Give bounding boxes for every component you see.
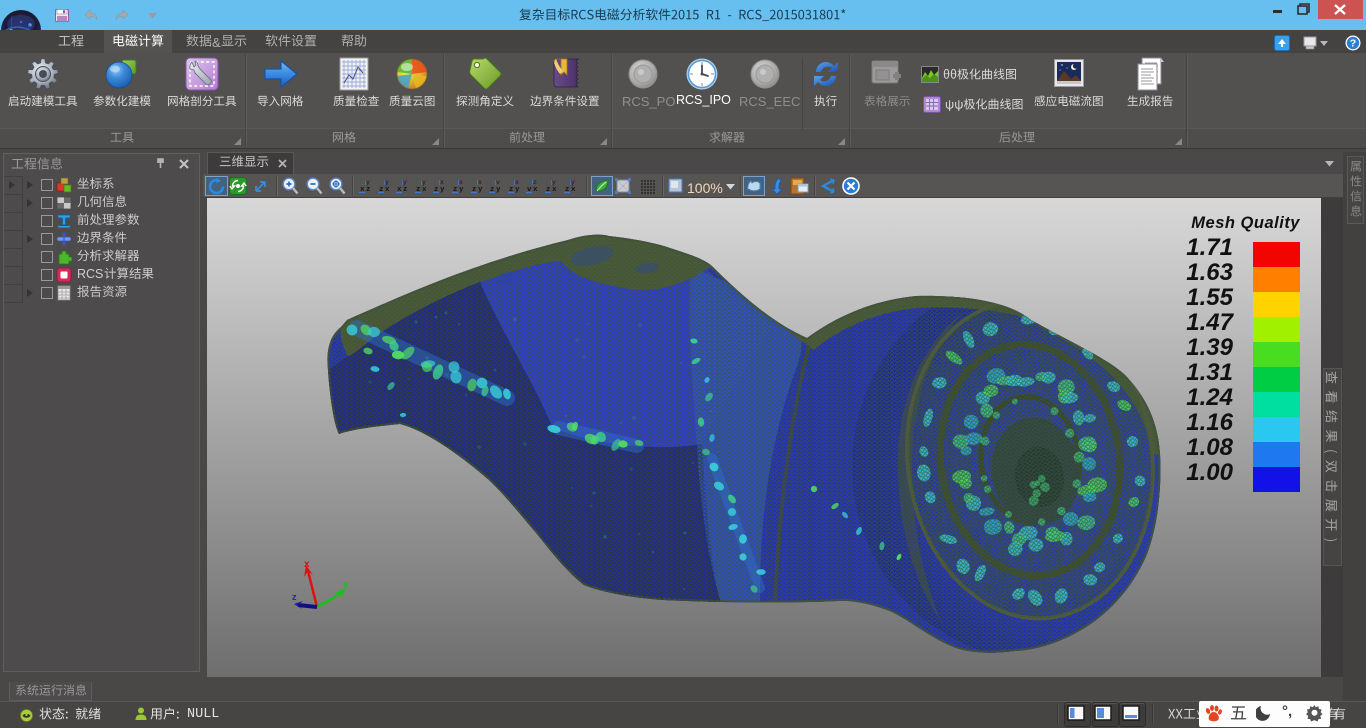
svg-text:x: x bbox=[440, 179, 444, 186]
svg-text:y: y bbox=[515, 186, 520, 194]
svg-text:z: z bbox=[366, 186, 371, 194]
svg-text:x: x bbox=[552, 186, 557, 194]
svg-text:x: x bbox=[422, 186, 427, 194]
svg-text:x: x bbox=[478, 179, 482, 186]
svg-text:y: y bbox=[403, 179, 407, 186]
svg-text:z: z bbox=[292, 592, 297, 602]
svg-text:y: y bbox=[440, 186, 445, 194]
svg-text:y: y bbox=[422, 179, 426, 186]
svg-text:y: y bbox=[552, 179, 556, 186]
svg-text:y: y bbox=[571, 179, 575, 186]
svg-text:y: y bbox=[343, 580, 349, 591]
svg-text:x: x bbox=[385, 186, 390, 194]
svg-text:z: z bbox=[533, 179, 537, 186]
svg-text:x: x bbox=[533, 186, 538, 194]
svg-text:x: x bbox=[459, 179, 463, 186]
svg-text:x: x bbox=[304, 559, 310, 570]
svg-text:v: v bbox=[496, 179, 500, 186]
svg-text:y: y bbox=[478, 186, 483, 194]
svg-text:z: z bbox=[403, 186, 408, 194]
svg-text:x: x bbox=[515, 179, 519, 186]
svg-text:?: ? bbox=[1350, 38, 1356, 50]
svg-text:y: y bbox=[366, 179, 370, 186]
svg-text:y: y bbox=[459, 186, 464, 194]
svg-text:x: x bbox=[571, 186, 576, 194]
svg-text:y: y bbox=[496, 186, 501, 194]
svg-text:y: y bbox=[385, 179, 389, 186]
